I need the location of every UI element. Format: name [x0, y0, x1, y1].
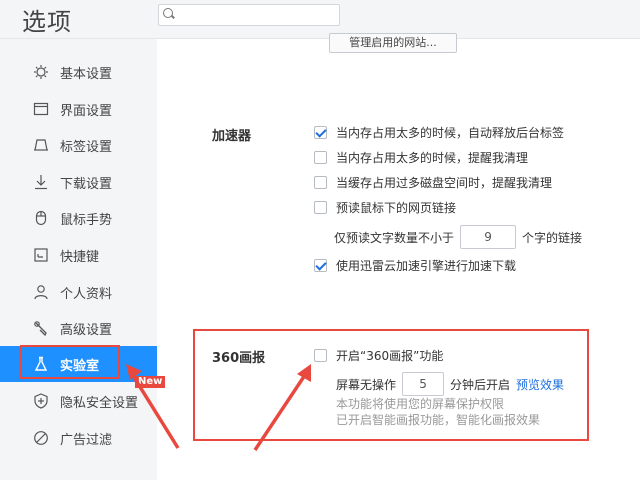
- sidebar-item-label: 界面设置: [60, 103, 113, 119]
- pictorial-label: 360画报: [212, 351, 266, 366]
- checkbox[interactable]: [314, 201, 327, 214]
- checkbox[interactable]: [314, 259, 327, 272]
- shield-icon: [33, 393, 49, 409]
- minutes-input[interactable]: 5: [402, 372, 445, 396]
- download-icon: [33, 174, 49, 190]
- person-icon: [33, 284, 49, 300]
- new-badge: New: [135, 376, 166, 388]
- shortcut-icon: [33, 247, 49, 263]
- page-title: 选项: [22, 8, 72, 36]
- option-memory-remind[interactable]: 当内存占用太多的时候，提醒我清理: [314, 149, 528, 166]
- preread-length-row: 仅预读文字数量不小于 9 个字的链接: [334, 225, 582, 249]
- sidebar-item-label: 基本设置: [60, 66, 113, 82]
- sidebar-item-adblock[interactable]: 广告过滤: [0, 420, 157, 456]
- mouse-icon: [33, 210, 49, 226]
- option-label: 当内存占用太多的时候，提醒我清理: [336, 151, 529, 165]
- preview-link[interactable]: 预览效果: [516, 376, 564, 393]
- sidebar-item-privacy[interactable]: 隐私安全设置: [0, 383, 157, 419]
- sidebar-item-label: 隐私安全设置: [60, 395, 139, 411]
- sidebar-item-label: 高级设置: [60, 322, 113, 338]
- sidebar-item-tabs[interactable]: 标签设置: [0, 127, 157, 163]
- window-icon: [33, 101, 49, 117]
- sidebar-item-advanced[interactable]: 高级设置: [0, 310, 157, 346]
- sidebar-item-label: 快捷键: [60, 249, 100, 265]
- sidebar-item-profile[interactable]: 个人资料: [0, 274, 157, 310]
- wrench-icon: [33, 320, 49, 336]
- option-auto-release-tabs[interactable]: 当内存占用太多的时候，自动释放后台标签: [314, 124, 564, 141]
- settings-panel: 管理启用的网站... 加速器 当内存占用太多的时候，自动释放后台标签 当内存占用…: [157, 33, 640, 480]
- sidebar-item-download[interactable]: 下载设置: [0, 164, 157, 200]
- option-cache-remind[interactable]: 当缓存占用过多磁盘空间时，提醒我清理: [314, 174, 552, 191]
- accelerator-label: 加速器: [212, 129, 252, 144]
- sidebar-item-basic[interactable]: 基本设置: [0, 54, 157, 90]
- option-label: 当内存占用太多的时候，自动释放后台标签: [336, 126, 565, 140]
- option-cloud-accelerate[interactable]: 使用迅雷云加速引擎进行加速下载: [314, 257, 516, 274]
- pictorial-note-1: 本功能将使用您的屏幕保护权限: [336, 397, 505, 411]
- pictorial-note-2: 已开启智能画报功能，智能化画报效果: [336, 413, 541, 427]
- sidebar-item-label: 鼠标手势: [60, 212, 113, 228]
- checkbox[interactable]: [314, 126, 327, 139]
- option-label: 预读鼠标下的网页链接: [336, 201, 457, 215]
- option-label: 当缓存占用过多磁盘空间时，提醒我清理: [336, 176, 553, 190]
- sidebar: 基本设置 界面设置 标签设置 下载设置 鼠标手势 快捷键 个人资料 高级设置 实…: [0, 39, 157, 480]
- manage-sites-button[interactable]: 管理启用的网站...: [329, 33, 457, 53]
- gear-icon: [33, 64, 49, 80]
- option-enable-pictorial[interactable]: 开启“360画报”功能: [314, 347, 443, 364]
- sidebar-item-label: 下载设置: [60, 176, 113, 192]
- active-indicator: [148, 352, 157, 370]
- sidebar-item-mouse-gesture[interactable]: 鼠标手势: [0, 200, 157, 236]
- sidebar-item-interface[interactable]: 界面设置: [0, 91, 157, 127]
- sidebar-item-label: 标签设置: [60, 139, 113, 155]
- checkbox[interactable]: [314, 349, 327, 362]
- title-bar: 选项: [0, 0, 640, 39]
- preread-prefix: 仅预读文字数量不小于: [334, 230, 455, 245]
- annotation-lab-box: [20, 345, 120, 379]
- screen-prefix: 屏幕无操作: [336, 377, 397, 392]
- tab-icon: [33, 137, 49, 153]
- checkbox[interactable]: [314, 151, 327, 164]
- screen-suffix: 分钟后开启: [450, 377, 511, 392]
- search-icon: [163, 8, 173, 18]
- option-label: 使用迅雷云加速引擎进行加速下载: [336, 259, 517, 273]
- sidebar-item-label: 广告过滤: [60, 432, 113, 448]
- preread-suffix: 个字的链接: [522, 230, 583, 245]
- block-icon: [33, 430, 49, 446]
- preread-length-input[interactable]: 9: [460, 225, 517, 249]
- search-input[interactable]: [158, 4, 340, 26]
- option-preread-links[interactable]: 预读鼠标下的网页链接: [314, 199, 456, 216]
- option-label: 开启“360画报”功能: [336, 349, 444, 363]
- sidebar-item-label: 个人资料: [60, 286, 113, 302]
- screensaver-delay-row: 屏幕无操作 5 分钟后开启 预览效果: [336, 372, 564, 396]
- checkbox[interactable]: [314, 176, 327, 189]
- sidebar-item-shortcuts[interactable]: 快捷键: [0, 237, 157, 273]
